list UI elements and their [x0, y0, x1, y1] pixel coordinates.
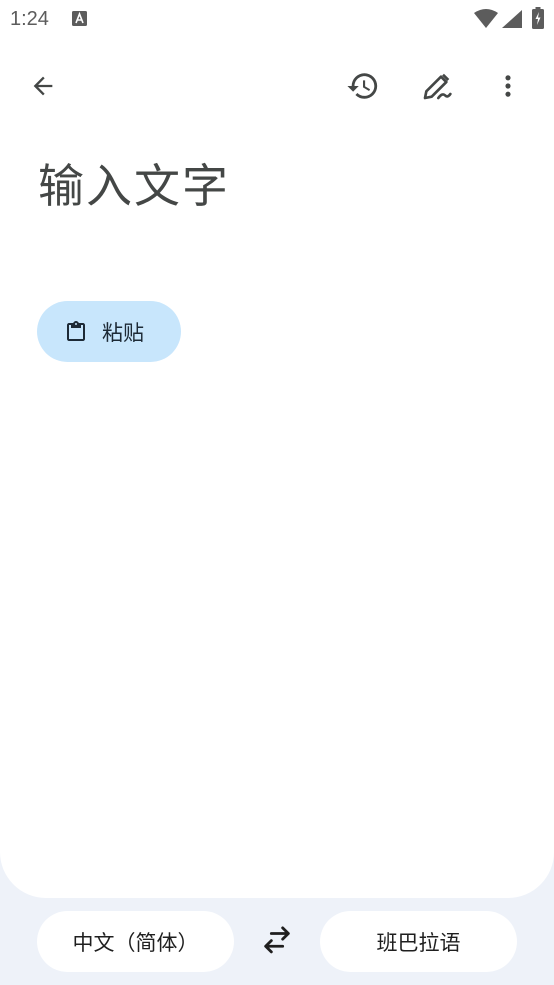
- handwriting-button[interactable]: [413, 62, 461, 110]
- arrow-back-icon: [33, 76, 53, 96]
- more-vert-icon: [505, 75, 511, 97]
- swap-languages-button[interactable]: [253, 918, 301, 966]
- status-bar: 1:24: [0, 0, 554, 38]
- history-button[interactable]: [339, 62, 387, 110]
- swap-arrows-icon: [264, 926, 290, 954]
- paste-button[interactable]: 粘贴: [37, 301, 181, 362]
- paste-label: 粘贴: [102, 320, 144, 345]
- status-time: 1:24: [10, 8, 49, 30]
- target-language-button[interactable]: 班巴拉语: [320, 911, 517, 972]
- battery-charging-icon: [532, 7, 544, 29]
- a-icon: [72, 11, 87, 26]
- clipboard-icon: [67, 320, 85, 341]
- back-button[interactable]: [19, 62, 67, 110]
- signal-icon: [502, 10, 522, 28]
- input-sheet: 1:24 输入文字 粘贴: [0, 0, 554, 898]
- source-language-button[interactable]: 中文（简体）: [37, 911, 234, 972]
- text-input-placeholder[interactable]: 输入文字: [38, 150, 230, 216]
- history-icon: [347, 73, 378, 99]
- handwriting-icon: [423, 73, 452, 100]
- target-language-label: 班巴拉语: [376, 930, 461, 955]
- more-options-button[interactable]: [484, 62, 532, 110]
- source-language-label: 中文（简体）: [72, 930, 199, 955]
- translate-input-screen: 1:24 输入文字 粘贴 中文（简体） 班巴拉语: [0, 0, 554, 985]
- wifi-icon: [474, 9, 498, 28]
